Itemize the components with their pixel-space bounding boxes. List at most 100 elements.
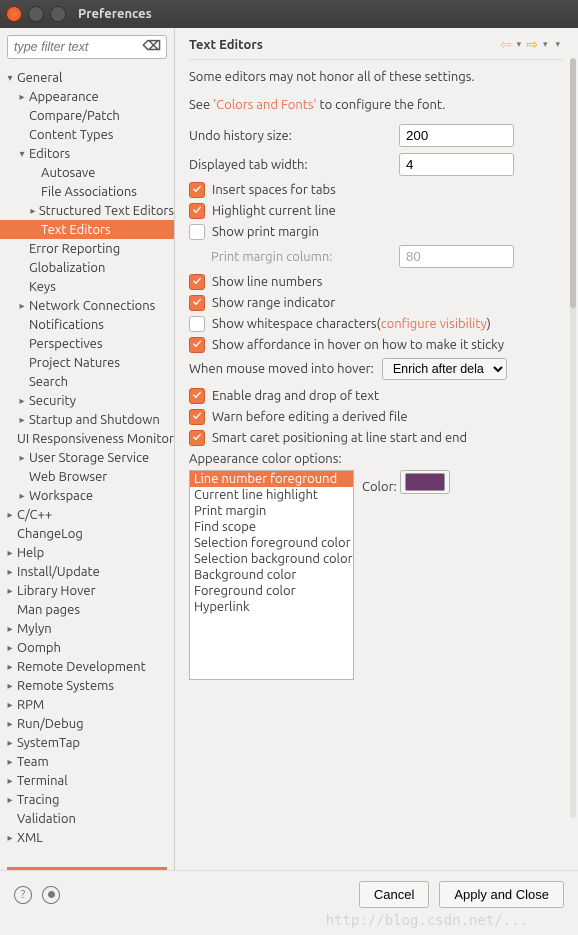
window-minimize-icon[interactable] — [28, 6, 44, 22]
tree-item[interactable]: Oomph — [0, 638, 174, 657]
chevron-right-icon[interactable] — [4, 623, 16, 635]
cancel-button[interactable]: Cancel — [359, 881, 429, 908]
forward-menu-icon[interactable]: ▾ — [539, 39, 552, 50]
configure-visibility-link[interactable]: configure visibility — [381, 317, 487, 331]
tree-item[interactable]: Autosave — [0, 163, 174, 182]
tree-item[interactable]: Compare/Patch — [0, 106, 174, 125]
tree-item[interactable]: Workspace — [0, 486, 174, 505]
tree-item[interactable]: Search — [0, 372, 174, 391]
color-option-item[interactable]: Hyperlink — [190, 599, 353, 615]
preference-tree[interactable]: GeneralAppearanceCompare/PatchContent Ty… — [0, 66, 174, 867]
color-picker-button[interactable] — [400, 470, 450, 494]
tree-item[interactable]: General — [0, 68, 174, 87]
tree-item[interactable]: XML — [0, 828, 174, 847]
tree-item[interactable]: Tracing — [0, 790, 174, 809]
color-option-item[interactable]: Line number foreground — [190, 471, 353, 487]
apply-close-button[interactable]: Apply and Close — [439, 881, 564, 908]
affordance-checkbox[interactable] — [189, 337, 205, 353]
tree-item[interactable]: Network Connections — [0, 296, 174, 315]
hover-mode-select[interactable]: Enrich after delay — [382, 358, 507, 380]
tree-item[interactable]: User Storage Service — [0, 448, 174, 467]
tree-item[interactable]: Run/Debug — [0, 714, 174, 733]
import-export-icon[interactable] — [42, 886, 60, 904]
print-margin-checkbox[interactable] — [189, 224, 205, 240]
tree-item[interactable]: Project Natures — [0, 353, 174, 372]
chevron-right-icon[interactable] — [4, 737, 16, 749]
tree-item[interactable]: Perspectives — [0, 334, 174, 353]
tree-item[interactable]: Keys — [0, 277, 174, 296]
window-close-icon[interactable] — [6, 6, 22, 22]
chevron-right-icon[interactable] — [4, 509, 16, 521]
smart-caret-checkbox[interactable] — [189, 430, 205, 446]
derived-warn-checkbox[interactable] — [189, 409, 205, 425]
tree-item[interactable]: Terminal — [0, 771, 174, 790]
colors-fonts-link[interactable]: 'Colors and Fonts' — [213, 98, 316, 112]
dnd-checkbox[interactable] — [189, 388, 205, 404]
tree-item[interactable]: Team — [0, 752, 174, 771]
tree-item[interactable]: Editors — [0, 144, 174, 163]
undo-history-input[interactable] — [399, 124, 514, 147]
tree-item[interactable]: Text Editors — [0, 220, 174, 239]
tree-item[interactable]: Library Hover — [0, 581, 174, 600]
chevron-right-icon[interactable] — [4, 718, 16, 730]
color-option-item[interactable]: Find scope — [190, 519, 353, 535]
chevron-right-icon[interactable] — [4, 642, 16, 654]
chevron-right-icon[interactable] — [4, 661, 16, 673]
chevron-right-icon[interactable] — [4, 566, 16, 578]
tree-item[interactable]: Appearance — [0, 87, 174, 106]
window-maximize-icon[interactable] — [50, 6, 66, 22]
tree-item[interactable]: Web Browser — [0, 467, 174, 486]
tree-item[interactable]: Install/Update — [0, 562, 174, 581]
tree-item[interactable]: Startup and Shutdown — [0, 410, 174, 429]
tree-item[interactable]: Error Reporting — [0, 239, 174, 258]
color-option-item[interactable]: Selection background color — [190, 551, 353, 567]
chevron-right-icon[interactable] — [4, 547, 16, 559]
color-option-item[interactable]: Selection foreground color — [190, 535, 353, 551]
tree-item[interactable]: ChangeLog — [0, 524, 174, 543]
tree-item[interactable]: Structured Text Editors — [0, 201, 174, 220]
forward-icon[interactable]: ⇨ — [525, 36, 539, 53]
clear-filter-icon[interactable]: ⌫ — [143, 39, 161, 54]
help-icon[interactable]: ? — [14, 886, 32, 904]
tree-item[interactable]: Content Types — [0, 125, 174, 144]
tree-item[interactable]: Remote Systems — [0, 676, 174, 695]
line-numbers-checkbox[interactable] — [189, 274, 205, 290]
tree-item[interactable]: Man pages — [0, 600, 174, 619]
chevron-right-icon[interactable] — [16, 414, 28, 426]
insert-spaces-checkbox[interactable] — [189, 182, 205, 198]
chevron-right-icon[interactable] — [4, 832, 16, 844]
chevron-right-icon[interactable] — [16, 395, 28, 407]
tree-item[interactable]: File Associations — [0, 182, 174, 201]
tree-item[interactable]: Help — [0, 543, 174, 562]
back-menu-icon[interactable]: ▾ — [513, 39, 526, 50]
chevron-right-icon[interactable] — [28, 205, 38, 217]
color-option-item[interactable]: Foreground color — [190, 583, 353, 599]
tree-item[interactable]: UI Responsiveness Monitoring — [0, 429, 174, 448]
tree-item[interactable]: Globalization — [0, 258, 174, 277]
range-indicator-checkbox[interactable] — [189, 295, 205, 311]
page-menu-icon[interactable]: ▾ — [551, 39, 564, 50]
tree-item[interactable]: RPM — [0, 695, 174, 714]
chevron-right-icon[interactable] — [16, 300, 28, 312]
tab-width-input[interactable] — [399, 153, 514, 176]
chevron-right-icon[interactable] — [4, 699, 16, 711]
chevron-right-icon[interactable] — [4, 756, 16, 768]
chevron-down-icon[interactable] — [4, 72, 16, 84]
back-icon[interactable]: ⇦ — [499, 36, 513, 53]
tree-item[interactable]: Mylyn — [0, 619, 174, 638]
highlight-line-checkbox[interactable] — [189, 203, 205, 219]
chevron-right-icon[interactable] — [4, 585, 16, 597]
chevron-right-icon[interactable] — [16, 452, 28, 464]
chevron-right-icon[interactable] — [4, 680, 16, 692]
content-scrollbar[interactable] — [570, 58, 576, 818]
chevron-down-icon[interactable] — [16, 148, 28, 160]
whitespace-checkbox[interactable] — [189, 316, 205, 332]
chevron-right-icon[interactable] — [16, 91, 28, 103]
tree-item[interactable]: Security — [0, 391, 174, 410]
chevron-right-icon[interactable] — [16, 490, 28, 502]
chevron-right-icon[interactable] — [4, 775, 16, 787]
color-options-list[interactable]: Line number foregroundCurrent line highl… — [189, 470, 354, 680]
tree-item[interactable]: Remote Development — [0, 657, 174, 676]
chevron-right-icon[interactable] — [4, 794, 16, 806]
tree-item[interactable]: SystemTap — [0, 733, 174, 752]
